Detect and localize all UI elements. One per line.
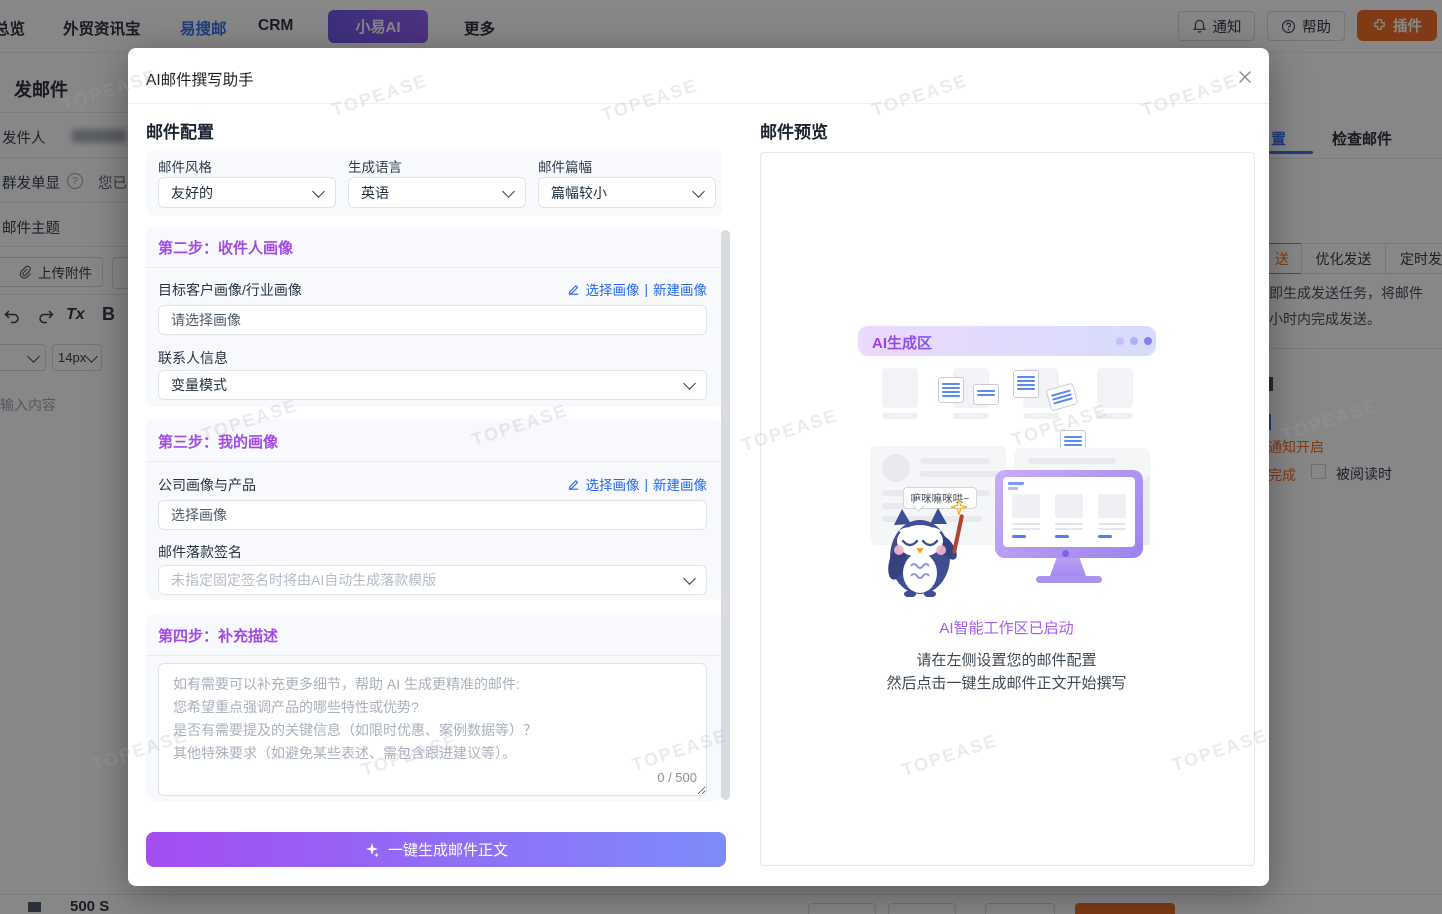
workspace-status-text: AI智能工作区已启动	[760, 617, 1253, 638]
contact-info-label: 联系人信息	[158, 348, 228, 368]
company-portrait-input[interactable]	[158, 500, 707, 530]
step3-portrait-links: 选择画像 | 新建画像	[553, 474, 707, 494]
modal-header-divider	[128, 103, 1269, 104]
hint-line-1: 请在左侧设置您的邮件配置	[760, 649, 1253, 670]
sparkle-icon	[364, 842, 380, 858]
document-icon	[1013, 370, 1039, 398]
section-divider	[146, 267, 722, 268]
step2-title: 第二步：收件人画像	[158, 237, 293, 258]
ghost-bar	[882, 413, 918, 419]
select-portrait-link[interactable]: 选择画像	[585, 279, 639, 299]
step2-portrait-links: 选择画像 | 新建画像	[553, 279, 707, 299]
select-portrait-link[interactable]: 选择画像	[585, 474, 639, 494]
step3-title: 第三步：我的画像	[158, 431, 278, 452]
monitor-base	[1036, 576, 1102, 583]
language-select[interactable]: 英语	[348, 177, 526, 208]
length-label: 邮件篇幅	[538, 156, 592, 176]
signature-select[interactable]: 未指定固定签名时将由AI自动生成落款模版	[158, 565, 707, 595]
owl-mascot	[880, 505, 962, 597]
hint-line-2: 然后点击一键生成邮件正文开始撰写	[760, 672, 1253, 693]
close-button[interactable]	[1234, 66, 1256, 88]
new-portrait-link[interactable]: 新建画像	[653, 474, 707, 494]
char-counter: 0 / 500	[567, 770, 697, 785]
window-dot-icon	[1130, 337, 1138, 345]
contact-mode-select[interactable]: 变量模式	[158, 370, 707, 400]
pencil-icon	[567, 478, 580, 491]
wand-sparkle-icon	[950, 498, 968, 516]
ghost-card	[1097, 368, 1133, 408]
language-label: 生成语言	[348, 156, 402, 176]
window-dot-icon	[1144, 337, 1152, 345]
style-select[interactable]: 友好的	[158, 177, 336, 208]
chevron-down-icon	[692, 185, 705, 198]
monitor-illustration	[995, 470, 1143, 558]
close-icon	[1238, 70, 1252, 84]
ghost-bar	[1097, 413, 1133, 419]
signature-label: 邮件落款签名	[158, 542, 242, 562]
monitor-button	[1062, 550, 1069, 557]
section-divider	[146, 461, 722, 462]
config-heading: 邮件配置	[146, 118, 214, 143]
left-column-scrollbar[interactable]	[721, 230, 730, 800]
target-portrait-label: 目标客户画像/行业画像	[158, 280, 302, 300]
new-portrait-link[interactable]: 新建画像	[653, 279, 707, 299]
chevron-down-icon	[683, 572, 696, 585]
pencil-icon	[567, 283, 580, 296]
ai-gen-area-label: AI生成区	[872, 332, 932, 353]
chevron-down-icon	[502, 185, 515, 198]
chevron-down-icon	[683, 377, 696, 390]
company-portrait-label: 公司画像与产品	[158, 475, 256, 495]
document-icon	[938, 377, 964, 403]
app-root: 总览 外贸资讯宝 易搜邮 CRM 小易AI 更多 通知 帮助 插件	[0, 0, 1442, 914]
window-dot-icon	[1116, 337, 1124, 345]
target-portrait-input[interactable]	[158, 305, 707, 335]
ghost-card	[882, 368, 918, 408]
document-icon	[973, 384, 999, 405]
length-select[interactable]: 篇幅较小	[538, 177, 716, 208]
generate-email-button[interactable]: 一键生成邮件正文	[146, 832, 726, 867]
ai-compose-modal: AI邮件撰写助手 邮件配置 邮件风格 友好的 生成语言 英语 邮件篇幅 篇幅较小…	[128, 48, 1269, 886]
style-label: 邮件风格	[158, 156, 212, 176]
avatar-placeholder	[882, 454, 910, 482]
ghost-bar	[953, 413, 989, 419]
ai-gen-area-bar: AI生成区	[858, 326, 1156, 356]
preview-heading: 邮件预览	[760, 118, 828, 143]
ghost-bar	[1023, 413, 1059, 419]
step4-title: 第四步：补充描述	[158, 625, 278, 646]
section-divider	[146, 655, 722, 656]
modal-title: AI邮件撰写助手	[146, 68, 254, 90]
chevron-down-icon	[312, 185, 325, 198]
